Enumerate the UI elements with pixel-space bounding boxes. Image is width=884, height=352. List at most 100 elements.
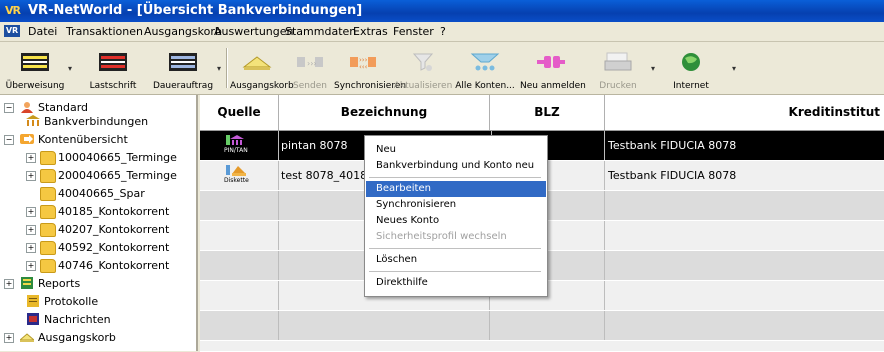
ausgangskorb-button[interactable]: Ausgangskorb: [230, 45, 294, 91]
ueberweisung-icon: [21, 53, 49, 71]
toolbar-separator: [226, 48, 228, 88]
ueberweisung-button[interactable]: Überweisung: [4, 45, 66, 91]
all-accounts-icon: [470, 53, 500, 71]
folder-icon: [40, 259, 56, 273]
menu-separator: [369, 177, 541, 178]
folder-icon: [40, 223, 56, 237]
drucken-dropdown-arrow[interactable]: ▾: [651, 64, 655, 73]
ueberweisung-label: Überweisung: [5, 81, 65, 91]
menu-extras[interactable]: Extras: [353, 25, 388, 38]
context-item-neu[interactable]: Neu: [366, 142, 546, 158]
navigation-tree: − Standard Bankverbindungen − Kontenüber…: [0, 95, 198, 351]
grid-header: Quelle Bezeichnung BLZ Kreditinstitut: [200, 95, 884, 131]
printer-icon: [604, 52, 632, 71]
internet-label: Internet: [673, 81, 709, 91]
send-icon: ›››: [297, 57, 323, 68]
menu-fenster[interactable]: Fenster: [393, 25, 434, 38]
kreditinstitut-cell: Testbank FIDUCIA 8078: [608, 169, 737, 182]
menu-bar: VR Datei Transaktionen Ausgangskorb Ausw…: [0, 22, 884, 42]
outbox-tray-icon: [242, 56, 272, 70]
menu-stammdaten[interactable]: Stammdaten: [285, 25, 356, 38]
login-plug-icon: [537, 56, 565, 68]
column-header-bezeichnung[interactable]: Bezeichnung: [279, 95, 490, 130]
menu-transaktionen[interactable]: Transaktionen: [66, 25, 143, 38]
senden-label: Senden: [293, 81, 327, 91]
drucken-button[interactable]: Drucken: [590, 45, 646, 91]
toolbar: Überweisung ▾ Lastschrift Dauerauftrag ▾…: [0, 42, 884, 95]
ausgangskorb-label: Ausgangskorb: [230, 81, 294, 91]
synchronisieren-button[interactable]: ››› ‹‹‹ Synchronisieren: [334, 45, 407, 91]
message-icon: [27, 313, 39, 325]
lastschrift-button[interactable]: Lastschrift: [80, 45, 146, 91]
context-item-loeschen[interactable]: Löschen: [366, 252, 546, 268]
folder-icon: [40, 205, 56, 219]
source-cell: Diskette: [200, 161, 279, 190]
folder-icon: [40, 187, 56, 201]
source-label: Diskette: [224, 177, 249, 184]
globe-icon: [682, 53, 700, 71]
context-item-synchronisieren[interactable]: Synchronisieren: [366, 197, 546, 213]
menu-datei[interactable]: Datei: [28, 25, 57, 38]
internet-button[interactable]: Internet: [662, 45, 720, 91]
vr-logo-icon[interactable]: VR: [4, 25, 20, 37]
report-icon: [21, 277, 33, 289]
expand-toggle-icon[interactable]: +: [26, 225, 36, 235]
folder-icon: [40, 151, 56, 165]
neu-anmelden-label: Neu anmelden: [520, 81, 586, 91]
source-cell: PIN/TAN: [200, 131, 279, 160]
dauerauftrag-icon: [169, 53, 197, 71]
menu-separator: [369, 271, 541, 272]
menu-separator: [369, 248, 541, 249]
bank-icon: [26, 115, 40, 126]
expand-toggle-icon[interactable]: +: [26, 243, 36, 253]
expand-toggle-icon[interactable]: +: [4, 333, 14, 343]
arrow-folder-icon: [20, 134, 34, 144]
alle-konten-button[interactable]: Alle Konten...: [454, 45, 516, 91]
lastschrift-label: Lastschrift: [89, 81, 137, 91]
context-item-bearbeiten[interactable]: Bearbeiten: [366, 181, 546, 197]
neu-anmelden-button[interactable]: Neu anmelden: [520, 45, 586, 91]
log-icon: [27, 295, 39, 307]
collapse-toggle-icon[interactable]: −: [4, 103, 14, 113]
user-icon: [21, 102, 33, 113]
source-label: PIN/TAN: [224, 147, 248, 154]
column-header-quelle[interactable]: Quelle: [200, 95, 279, 130]
expand-toggle-icon[interactable]: +: [26, 171, 36, 181]
svg-text:›››: ›››: [307, 59, 317, 68]
aktualisieren-label: Aktualisieren: [393, 81, 453, 91]
folder-icon: [40, 169, 56, 183]
context-item-bankverbindung-und-konto-neu[interactable]: Bankverbindung und Konto neu: [366, 158, 546, 174]
dauerauftrag-button[interactable]: Dauerauftrag: [150, 45, 216, 91]
sync-icon: ›››‹‹‹: [350, 56, 376, 71]
collapse-toggle-icon[interactable]: −: [4, 135, 14, 145]
window-title: VR-NetWorld - [Übersicht Bankverbindunge…: [28, 3, 363, 18]
context-menu: Neu Bankverbindung und Konto neu Bearbei…: [364, 135, 548, 297]
svg-text:‹‹‹: ‹‹‹: [359, 63, 368, 71]
menu-help[interactable]: ?: [440, 25, 446, 38]
kreditinstitut-cell: Testbank FIDUCIA 8078: [608, 139, 737, 152]
context-item-direkthilfe[interactable]: Direkthilfe: [366, 275, 546, 291]
internet-dropdown-arrow[interactable]: ▾: [732, 64, 736, 73]
dauerauftrag-dropdown-arrow[interactable]: ▾: [217, 64, 221, 73]
lastschrift-icon: [99, 53, 127, 71]
synchronisieren-label: Synchronisieren: [334, 81, 407, 91]
column-header-kreditinstitut[interactable]: Kreditinstitut: [605, 95, 884, 130]
alle-konten-label: Alle Konten...: [455, 81, 515, 91]
dauerauftrag-label: Dauerauftrag: [152, 81, 214, 91]
folder-icon: [40, 241, 56, 255]
context-item-sicherheitsprofil-wechseln: Sicherheitsprofil wechseln: [376, 231, 507, 242]
vr-app-icon: VR: [5, 4, 21, 17]
expand-toggle-icon[interactable]: +: [26, 207, 36, 217]
outbox-tray-icon: [20, 333, 34, 342]
aktualisieren-button[interactable]: Aktualisieren: [393, 45, 453, 91]
expand-toggle-icon[interactable]: +: [26, 153, 36, 163]
ueberweisung-dropdown-arrow[interactable]: ▾: [68, 64, 72, 73]
expand-toggle-icon[interactable]: +: [26, 261, 36, 271]
context-item-neues-konto[interactable]: Neues Konto: [366, 213, 546, 229]
menu-ausgangskorb[interactable]: Ausgangskorb: [144, 25, 222, 38]
column-header-blz[interactable]: BLZ: [490, 95, 605, 130]
senden-button[interactable]: ››› Senden: [287, 45, 333, 91]
menu-auswertungen[interactable]: Auswertungen: [214, 25, 294, 38]
title-bar: VR VR-NetWorld - [Übersicht Bankverbindu…: [0, 0, 884, 22]
expand-toggle-icon[interactable]: +: [4, 279, 14, 289]
